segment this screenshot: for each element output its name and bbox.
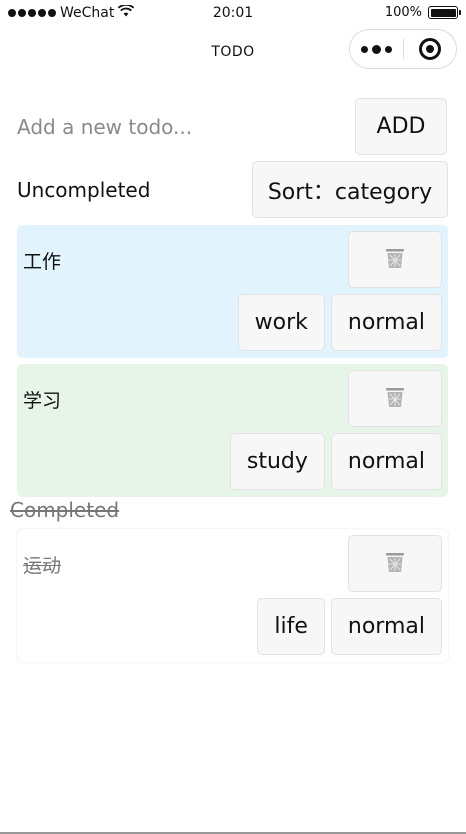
category-tag[interactable]: work xyxy=(237,294,325,351)
todo-card[interactable]: 工作 work normal xyxy=(17,225,448,358)
delete-button[interactable] xyxy=(348,370,442,427)
more-dots-icon[interactable] xyxy=(350,30,403,68)
category-tag[interactable]: study xyxy=(229,433,325,490)
todo-card[interactable]: 运动 life normal xyxy=(17,529,448,662)
todo-title: 学习 xyxy=(23,390,62,412)
status-right: 100% xyxy=(384,5,461,20)
category-tag[interactable]: life xyxy=(257,598,325,655)
tag-row: life normal xyxy=(257,598,442,655)
trash-icon xyxy=(383,550,407,578)
status-bar: WeChat 20:01 100% xyxy=(0,0,466,28)
battery-icon xyxy=(428,6,461,19)
todo-title: 工作 xyxy=(23,251,62,273)
priority-tag[interactable]: normal xyxy=(330,433,442,490)
delete-button[interactable] xyxy=(348,231,442,288)
capsule-menu xyxy=(349,29,457,69)
priority-tag[interactable]: normal xyxy=(330,598,442,655)
todo-title: 运动 xyxy=(23,555,62,577)
todo-card[interactable]: 学习 study normal xyxy=(17,364,448,497)
add-button[interactable]: ADD xyxy=(355,98,447,155)
completed-heading: Completed xyxy=(10,498,120,522)
trash-icon xyxy=(383,385,407,413)
sort-button[interactable]: Sort：category xyxy=(252,161,448,218)
close-capsule-icon[interactable] xyxy=(404,30,457,68)
delete-button[interactable] xyxy=(348,535,442,592)
uncompleted-heading: Uncompleted xyxy=(17,178,151,202)
tag-row: work normal xyxy=(237,294,442,351)
battery-percent: 100% xyxy=(384,5,422,20)
trash-icon xyxy=(383,246,407,274)
new-todo-input[interactable] xyxy=(17,106,337,148)
tag-row: study normal xyxy=(229,433,442,490)
priority-tag[interactable]: normal xyxy=(330,294,442,351)
